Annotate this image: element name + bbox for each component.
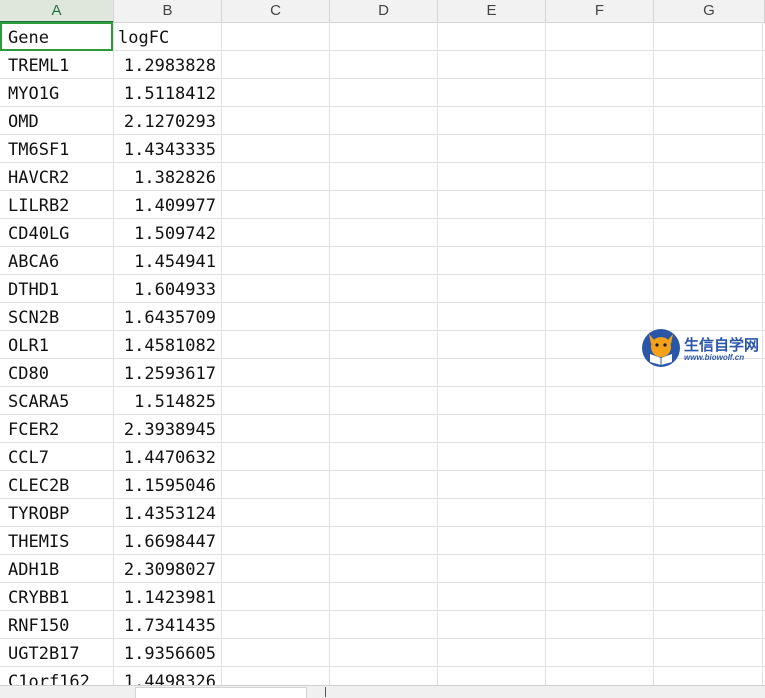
gene-cell[interactable]: TM6SF1 — [0, 135, 113, 163]
column-header-c[interactable]: C — [222, 0, 330, 22]
table-row: UGT2B17 1.9356605 — [0, 639, 765, 667]
logfc-cell[interactable]: 1.454941 — [114, 247, 220, 275]
column-header-b[interactable]: B — [114, 0, 222, 22]
gene-cell[interactable]: ADH1B — [0, 555, 113, 583]
column-header-d[interactable]: D — [330, 0, 438, 22]
gene-cell[interactable]: UGT2B17 — [0, 639, 113, 667]
logfc-cell[interactable]: 1.1595046 — [114, 471, 220, 499]
gene-cell[interactable]: SCN2B — [0, 303, 113, 331]
watermark-logo: 生信自学网 www.biowolf.cn — [640, 326, 762, 370]
gene-cell[interactable]: THEMIS — [0, 527, 113, 555]
table-row: CD40LG 1.509742 — [0, 219, 765, 247]
column-header-a[interactable]: A — [0, 0, 114, 23]
logfc-cell[interactable]: 1.514825 — [114, 387, 220, 415]
gene-cell[interactable]: DTHD1 — [0, 275, 113, 303]
logfc-cell[interactable]: 1.6435709 — [114, 303, 220, 331]
table-row: TREML1 1.2983828 — [0, 51, 765, 79]
gene-cell[interactable]: LILRB2 — [0, 191, 113, 219]
logfc-cell[interactable]: 2.3098027 — [114, 555, 220, 583]
gene-cell[interactable]: TYROBP — [0, 499, 113, 527]
selected-cell-outline — [0, 22, 113, 51]
logo-title: 生信自学网 — [684, 337, 760, 354]
header-cell-logfc[interactable]: logFC — [114, 23, 220, 51]
table-row: CRYBB1 1.1423981 — [0, 583, 765, 611]
logfc-cell[interactable]: 1.509742 — [114, 219, 220, 247]
gene-cell[interactable]: MYO1G — [0, 79, 113, 107]
gene-cell[interactable]: CD80 — [0, 359, 113, 387]
logfc-cell[interactable]: 2.1270293 — [114, 107, 220, 135]
table-row: TM6SF1 1.4343335 — [0, 135, 765, 163]
column-header-bar: A B C D E F G — [0, 0, 765, 23]
logo-url: www.biowolf.cn — [684, 353, 745, 362]
gene-cell[interactable]: CCL7 — [0, 443, 113, 471]
gene-cell[interactable]: HAVCR2 — [0, 163, 113, 191]
table-row: ADH1B 2.3098027 — [0, 555, 765, 583]
gene-cell[interactable]: RNF150 — [0, 611, 113, 639]
logfc-cell[interactable]: 1.2983828 — [114, 51, 220, 79]
table-row: DTHD1 1.604933 — [0, 275, 765, 303]
logfc-cell[interactable]: 1.5118412 — [114, 79, 220, 107]
table-row: MYO1G 1.5118412 — [0, 79, 765, 107]
sheet-tab-bar — [0, 685, 765, 698]
logfc-cell[interactable]: 1.604933 — [114, 275, 220, 303]
table-row: RNF150 1.7341435 — [0, 611, 765, 639]
logfc-cell[interactable]: 1.1423981 — [114, 583, 220, 611]
gene-cell[interactable]: ABCA6 — [0, 247, 113, 275]
table-row: FCER2 2.3938945 — [0, 415, 765, 443]
logfc-cell[interactable]: 1.7341435 — [114, 611, 220, 639]
gene-cell[interactable]: OLR1 — [0, 331, 113, 359]
gene-cell[interactable]: CRYBB1 — [0, 583, 113, 611]
gene-cell[interactable]: TREML1 — [0, 51, 113, 79]
table-row: LILRB2 1.409977 — [0, 191, 765, 219]
table-row: TYROBP 1.4353124 — [0, 499, 765, 527]
gene-cell[interactable]: OMD — [0, 107, 113, 135]
logfc-cell[interactable]: 1.4581082 — [114, 331, 220, 359]
table-row: THEMIS 1.6698447 — [0, 527, 765, 555]
fox-reading-book-icon — [642, 329, 680, 367]
gene-cell[interactable]: SCARA5 — [0, 387, 113, 415]
logfc-cell[interactable]: 2.3938945 — [114, 415, 220, 443]
table-row: HAVCR2 1.382826 — [0, 163, 765, 191]
table-row: OMD 2.1270293 — [0, 107, 765, 135]
table-row: CLEC2B 1.1595046 — [0, 471, 765, 499]
logfc-cell[interactable]: 1.409977 — [114, 191, 220, 219]
logfc-cell[interactable]: 1.6698447 — [114, 527, 220, 555]
column-header-e[interactable]: E — [438, 0, 546, 22]
logfc-cell[interactable]: 1.2593617 — [114, 359, 220, 387]
logfc-cell[interactable]: 1.9356605 — [114, 639, 220, 667]
table-row: SCARA5 1.514825 — [0, 387, 765, 415]
tab-divider — [325, 687, 326, 697]
column-header-f[interactable]: F — [546, 0, 654, 22]
table-row: ABCA6 1.454941 — [0, 247, 765, 275]
logfc-cell[interactable]: 1.4353124 — [114, 499, 220, 527]
gene-cell[interactable]: CD40LG — [0, 219, 113, 247]
gene-cell[interactable]: CLEC2B — [0, 471, 113, 499]
sheet-tab[interactable] — [135, 687, 307, 698]
logfc-cell[interactable]: 1.4343335 — [114, 135, 220, 163]
table-row: Gene logFC — [0, 23, 765, 51]
logfc-cell[interactable]: 1.4470632 — [114, 443, 220, 471]
column-header-g[interactable]: G — [654, 0, 765, 22]
table-row: CCL7 1.4470632 — [0, 443, 765, 471]
gene-cell[interactable]: FCER2 — [0, 415, 113, 443]
logfc-cell[interactable]: 1.382826 — [114, 163, 220, 191]
